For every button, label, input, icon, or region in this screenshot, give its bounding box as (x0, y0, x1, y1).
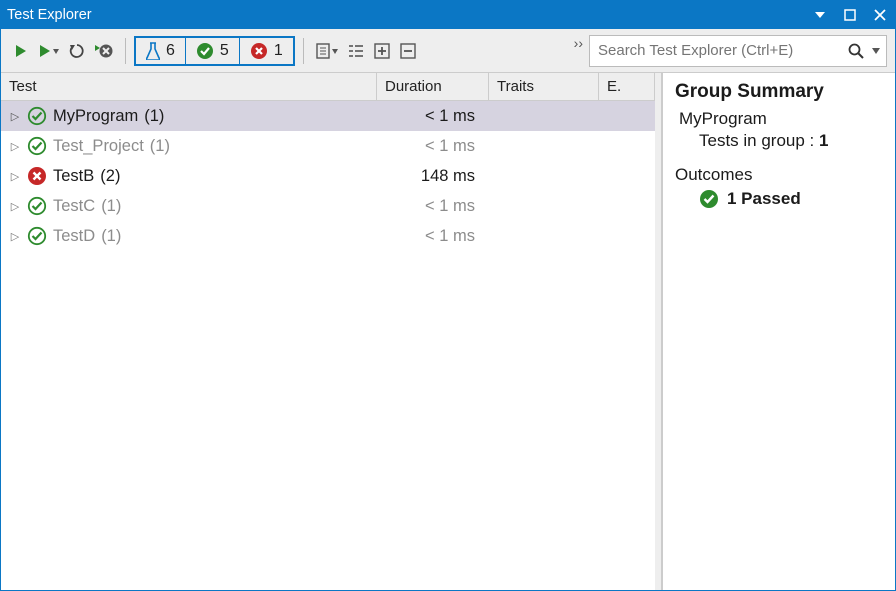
test-duration: < 1 ms (377, 227, 489, 246)
test-rows: ▷ MyProgram (1) < 1 ms ▷ Test_Project (1) < 1… (1, 101, 655, 590)
col-traits-header[interactable]: Traits (489, 73, 599, 100)
expander-icon[interactable]: ▷ (9, 110, 21, 123)
overflow-icon[interactable]: ›› (570, 35, 587, 51)
passed-text: 1 Passed (727, 189, 801, 209)
failed-count: 1 (274, 42, 283, 60)
show-playlist-button[interactable] (312, 37, 342, 65)
test-row[interactable]: ▷ TestB (2) 148 ms (1, 161, 655, 191)
test-duration: < 1 ms (377, 197, 489, 216)
test-row[interactable]: ▷ TestC (1) < 1 ms (1, 191, 655, 221)
search-icon[interactable] (844, 43, 868, 59)
status-icon (27, 196, 47, 216)
test-duration: < 1 ms (377, 107, 489, 126)
col-test-header[interactable]: Test (1, 73, 377, 100)
test-row[interactable]: ▷ TestD (1) < 1 ms (1, 221, 655, 251)
run-all-button[interactable] (9, 37, 33, 65)
summary-pane: Group Summary MyProgram Tests in group :… (661, 73, 895, 590)
group-by-button[interactable] (344, 37, 368, 65)
test-row[interactable]: ▷ MyProgram (1) < 1 ms (1, 101, 655, 131)
repeat-button[interactable] (65, 37, 89, 65)
test-duration: 148 ms (377, 167, 489, 186)
run-button[interactable] (35, 37, 63, 65)
test-list-pane: Test Duration Traits E. ▷ MyProgram (1) < … (1, 73, 655, 590)
test-name: TestC (53, 197, 95, 216)
passed-icon (699, 189, 719, 209)
failed-icon (250, 42, 268, 60)
expander-icon[interactable]: ▷ (9, 170, 21, 183)
summary-outcome-passed: 1 Passed (699, 189, 883, 209)
window-title: Test Explorer (7, 7, 811, 23)
test-row[interactable]: ▷ Test_Project (1) < 1 ms (1, 131, 655, 161)
search-dropdown-icon[interactable] (868, 48, 880, 54)
tests-label: Tests in group : (699, 131, 814, 150)
window-controls (811, 6, 889, 24)
expander-icon[interactable]: ▷ (9, 230, 21, 243)
test-name: TestD (53, 227, 95, 246)
summary-tests-in-group: Tests in group : 1 (699, 131, 883, 151)
search-box[interactable] (589, 35, 887, 67)
titlebar: Test Explorer (1, 1, 895, 29)
flask-icon (146, 42, 160, 60)
filter-counters: 6 5 1 (134, 36, 295, 66)
test-count: (1) (101, 227, 121, 246)
status-icon (27, 106, 47, 126)
summary-outcomes-label: Outcomes (675, 165, 883, 185)
passed-count: 5 (220, 42, 229, 60)
dropdown-icon[interactable] (811, 6, 829, 24)
col-duration-header[interactable]: Duration (377, 73, 489, 100)
toolbar: 6 5 1 ›› (1, 29, 895, 73)
test-name: MyProgram (53, 107, 138, 126)
search-input[interactable] (596, 41, 844, 60)
status-icon (27, 136, 47, 156)
separator (125, 38, 126, 64)
test-explorer-window: Test Explorer (0, 0, 896, 591)
failed-tests-filter[interactable]: 1 (240, 38, 293, 64)
test-duration: < 1 ms (377, 137, 489, 156)
summary-heading: Group Summary (675, 81, 883, 103)
test-count: (1) (150, 137, 170, 156)
test-count: (1) (101, 197, 121, 216)
test-name: Test_Project (53, 137, 144, 156)
expander-icon[interactable]: ▷ (9, 200, 21, 213)
cancel-button[interactable] (91, 37, 117, 65)
status-icon (27, 226, 47, 246)
test-name: TestB (53, 167, 94, 186)
close-icon[interactable] (871, 6, 889, 24)
col-error-header[interactable]: E. (599, 73, 655, 100)
body: Test Duration Traits E. ▷ MyProgram (1) < … (1, 73, 895, 590)
maximize-icon[interactable] (841, 6, 859, 24)
status-icon (27, 166, 47, 186)
expand-all-button[interactable] (370, 37, 394, 65)
test-count: (2) (100, 167, 120, 186)
test-count: (1) (144, 107, 164, 126)
total-count: 6 (166, 42, 175, 60)
collapse-all-button[interactable] (396, 37, 420, 65)
summary-group-name: MyProgram (679, 109, 883, 129)
total-tests-filter[interactable]: 6 (136, 38, 186, 64)
tests-count: 1 (819, 131, 828, 150)
passed-tests-filter[interactable]: 5 (186, 38, 240, 64)
column-headers: Test Duration Traits E. (1, 73, 655, 101)
separator (303, 38, 304, 64)
expander-icon[interactable]: ▷ (9, 140, 21, 153)
passed-icon (196, 42, 214, 60)
